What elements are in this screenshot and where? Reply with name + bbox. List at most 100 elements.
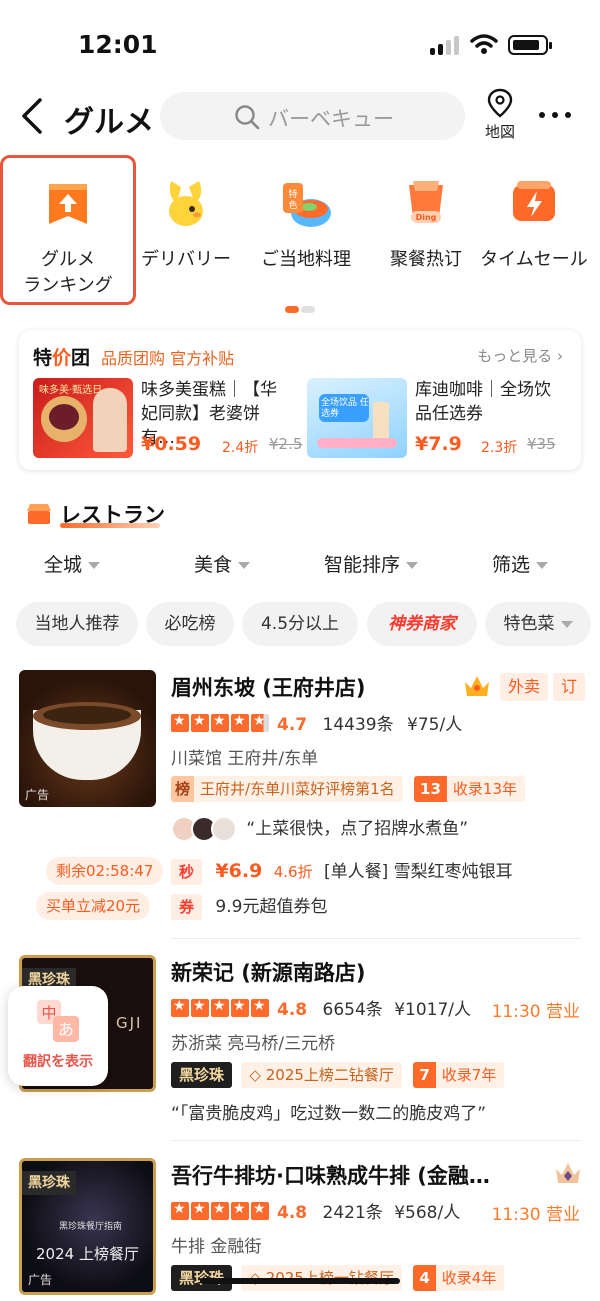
avg-price: ¥568/人 [394,1203,461,1223]
svg-text:Ding: Ding [416,213,437,222]
opening-hours: 11:30 营业 [491,1205,580,1225]
deal-original-price: ¥2.5 [269,435,303,453]
restaurant-name: 吾行牛排坊·口味熟成牛排 (金融… [171,1164,490,1188]
review-quote: “「富贵脆皮鸡」吃过数一数二的脆皮鸡了” [171,1104,487,1124]
takeout-tag: 外卖 [500,673,549,701]
deal-price: ¥0.59 [141,433,202,455]
review-row: “上菜很快，点了招牌水煮鱼” [171,814,468,842]
divider [171,1140,581,1141]
deal-tagline: 品质团购 官方补贴 [101,349,235,368]
restaurant-card[interactable]: 广告 眉州东坡 (王府井店) 外卖 订 4.7 14439条 ¥75/人 川菜馆… [0,670,600,930]
status-time: 12:01 [78,30,158,59]
black-pearl-badge: 黑珍珠 [22,1171,76,1195]
back-icon[interactable] [18,96,48,136]
svg-text:色: 色 [288,199,297,211]
years-badge: 4 收录4年 [413,1265,505,1291]
chip-must-eat[interactable]: 必吃榜 [146,602,234,646]
ranking-flag-icon [49,184,87,224]
ad-label: 广告 [25,788,50,802]
badges-row: 黑珍珠 ◇ 2025上榜二钻餐厅 7 收录7年 [171,1062,505,1088]
see-more-link[interactable]: もっと見る › [477,345,563,366]
map-button[interactable]: 地図 [478,88,522,142]
status-bar: 12:01 [0,0,600,88]
chip-super-coupon[interactable]: 神券商家 [367,602,477,646]
chip-local-recommend[interactable]: 当地人推荐 [16,602,138,646]
thumb-text: GJI [116,1014,143,1032]
deal-image: 味多美·甄选日 [33,378,133,458]
category-gourmet-ranking[interactable]: グルメ ランキング [0,155,136,305]
years-badge: 13 收录13年 [414,776,525,802]
filter-area[interactable]: 全城 [44,550,101,577]
filter-screen[interactable]: 筛选 [492,550,549,577]
chevron-down-icon [238,562,251,569]
deal-image: 全场饮品 任选券 [307,378,407,458]
coupon-text: 9.9元超值券包 [215,897,328,917]
cuisine-area: 苏浙菜 亮马桥/三元桥 [171,1034,336,1054]
chevron-down-icon [560,620,573,628]
flash-deal-text: [单人餐] 雪梨红枣炖银耳 [323,862,513,882]
group-dining-icon: Ding [409,181,443,223]
countdown-timer: 剩余02:58:47 [46,857,164,885]
local-dish-icon: 特 色 [283,183,331,227]
svg-text:特: 特 [288,188,297,200]
map-pin-icon [487,88,513,118]
restaurant-thumbnail: 广告 [19,670,156,807]
avg-price: ¥75/人 [407,715,463,735]
category-delivery[interactable]: デリバリー [126,155,246,305]
category-label: デリバリー [141,249,231,270]
filter-category[interactable]: 美食 [194,550,251,577]
badges-row: 榜王府井/东单川菜好评榜第1名 13 收录13年 [171,776,525,802]
avg-price: ¥1017/人 [394,1000,472,1020]
deal-discount: 2.4折 [222,440,259,456]
filter-sort[interactable]: 智能排序 [324,550,419,577]
restaurant-store-icon [27,504,51,524]
cuisine-area: 牛排 金融街 [171,1237,262,1257]
deal-item[interactable]: 味多美·甄选日 味多美蛋糕｜【华妃同款】老婆饼有… ¥0.59 2.4折 ¥2.… [33,378,303,460]
category-label: タイムセール [480,249,588,270]
chip-rating-45[interactable]: 4.5分以上 [242,602,358,646]
deal-group-card[interactable]: 特价团 品质团购 官方补贴 もっと見る › 味多美·甄选日 味多美蛋糕｜【华妃同… [19,330,581,470]
category-local-dish[interactable]: 特 色 ご当地料理 [246,155,366,305]
divider [171,938,581,939]
coupon-row[interactable]: 券 9.9元超值券包 [171,892,327,920]
category-label: グルメ [41,249,95,270]
category-group-dining[interactable]: Ding 聚餐热订 [366,155,486,305]
page-title: グルメ [64,105,154,140]
star-rating [171,1201,271,1225]
translate-label: 翻訳を表示 [23,1054,93,1070]
thumb-line2: 2024 上榜餐厅 [36,1245,139,1263]
filter-bar: 全城 美食 智能排序 筛选 [0,550,600,580]
coupon-label: 券 [171,894,203,920]
category-label: 聚餐热订 [390,249,462,270]
deal-original-price: ¥35 [527,435,556,453]
flash-sale-icon [513,181,555,221]
category-row: グルメ ランキング デリバリー 特 色 ご当地料理 Ding 聚餐热订 タイムセ… [0,155,600,305]
thumb-line1: 黑珍珠餐厅指南 [58,1222,122,1232]
star-rating [171,713,271,737]
category-label: ランキング [23,275,113,296]
deal-item[interactable]: 全场饮品 任选券 库迪咖啡｜全场饮品任选券 ¥7.9 2.3折 ¥35 [307,378,577,460]
chip-specialty[interactable]: 特色菜 [485,602,591,646]
review-count: 14439条 [322,715,394,735]
instant-discount: 买单立减20元 [36,892,151,920]
search-input[interactable]: バーベキュー [160,92,465,140]
category-label: ご当地料理 [261,249,351,270]
chevron-down-icon [406,562,419,569]
chevron-down-icon [88,562,101,569]
review-count: 6654条 [322,1000,383,1020]
rating-value: 4.7 [277,715,308,735]
more-icon[interactable] [539,112,571,120]
delivery-rabbit-icon [169,181,203,226]
translate-button[interactable]: 中 あ 翻訳を表示 [8,986,108,1086]
flash-deal-row[interactable]: 秒 ¥6.9 4.6折 [单人餐] 雪梨红枣炖银耳 [171,857,513,885]
translate-icon: 中 あ [37,1000,79,1042]
review-quote: “上菜很快，点了招牌水煮鱼” [246,819,469,839]
reservation-tag: 订 [553,673,586,701]
ad-label: 广告 [28,1273,53,1287]
category-flash-sale[interactable]: タイムセール [474,155,594,305]
diamond-crown-icon [556,1163,580,1183]
flash-deal-label: 秒 [171,859,203,885]
black-pearl-badge: 黑珍珠 [171,1062,233,1088]
opening-hours: 11:30 营业 [491,1002,580,1022]
home-indicator [200,1278,400,1284]
